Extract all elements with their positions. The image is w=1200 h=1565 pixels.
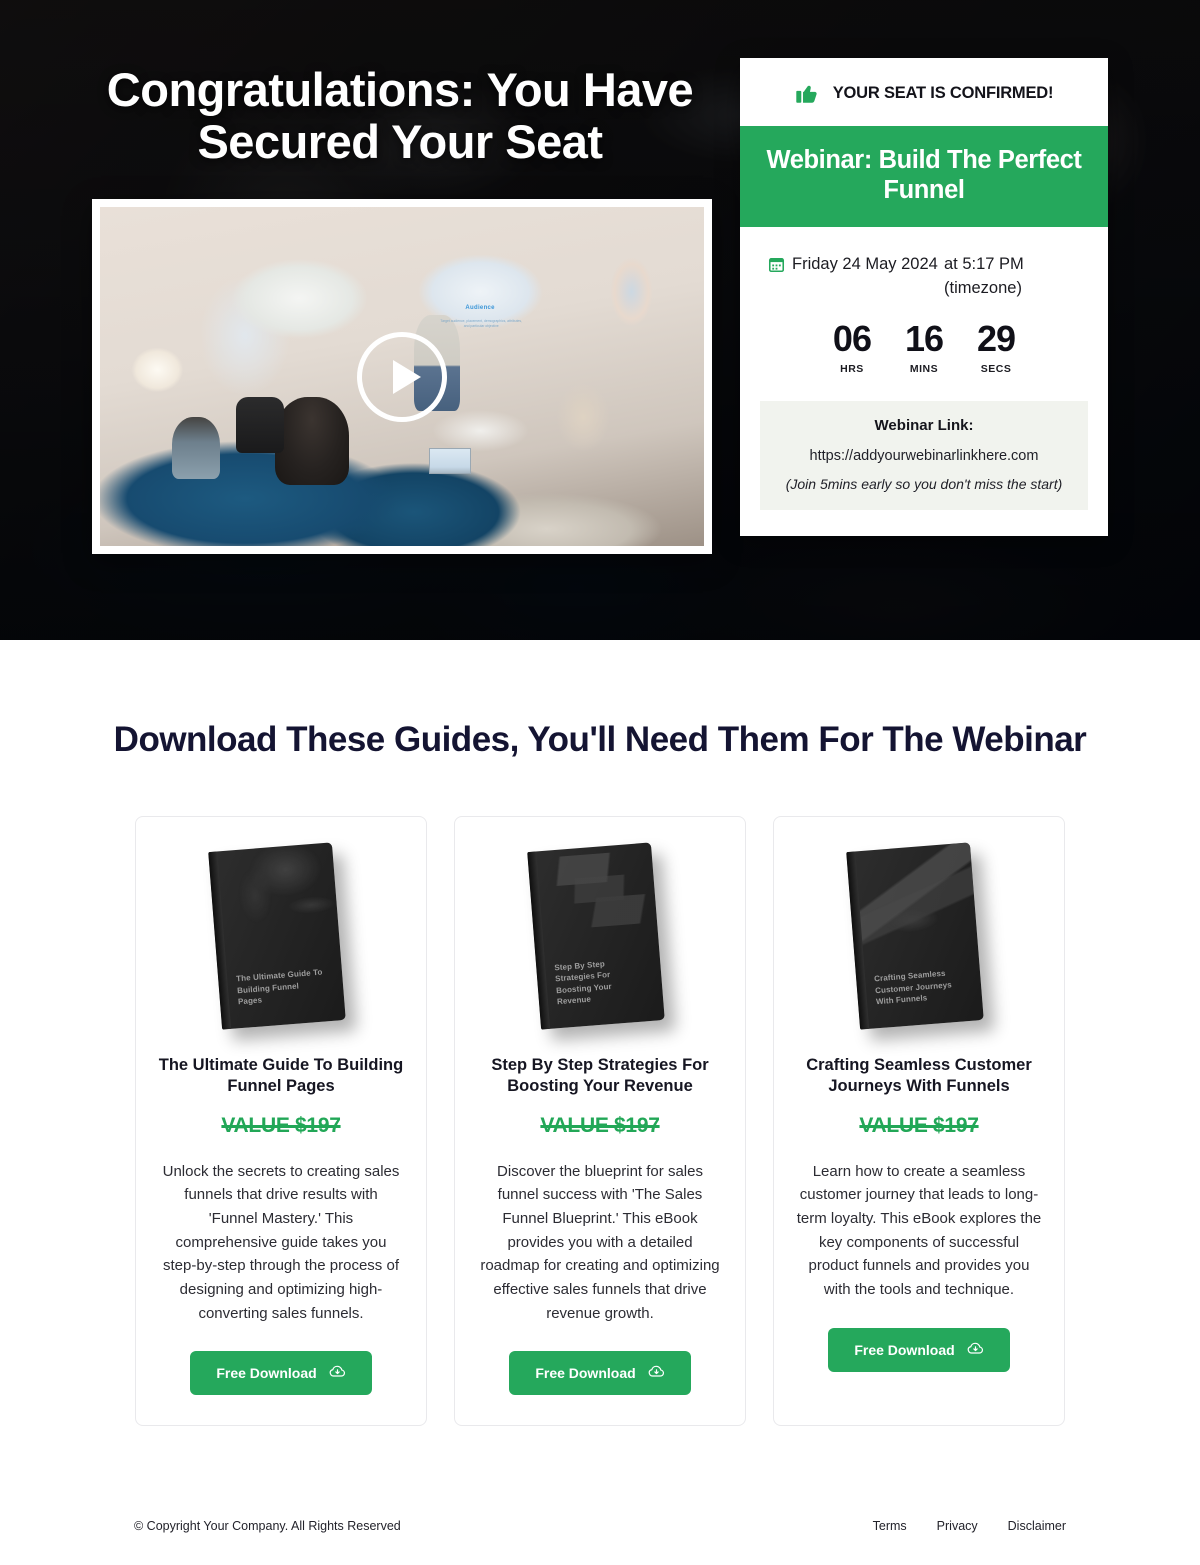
- guide-card: The Ultimate Guide To Building Funnel Pa…: [135, 815, 427, 1427]
- video-figure-chair: [235, 396, 284, 453]
- video-laptop: [429, 447, 472, 474]
- cloud-download-icon: [648, 1363, 665, 1383]
- book-cover-artwork: [217, 842, 340, 949]
- book-cover-title: Step By Step Strategies For Boosting You…: [553, 958, 613, 1007]
- book-cover-image: The Ultimate Guide To Building Funnel Pa…: [201, 841, 361, 1037]
- video-slide-subtitle: Target audience, placement, demographics…: [440, 318, 523, 329]
- free-download-label: Free Download: [854, 1341, 955, 1358]
- footer-links: Terms Privacy Disclaimer: [873, 1519, 1066, 1533]
- countdown-seconds-value: 29: [977, 318, 1016, 359]
- play-icon[interactable]: [357, 331, 447, 422]
- book-cover-image: Crafting Seamless Customer Journeys With…: [839, 841, 999, 1037]
- seat-confirmation-card: YOUR SEAT IS CONFIRMED! Webinar: Build T…: [740, 58, 1108, 536]
- countdown-minutes-value: 16: [904, 318, 944, 359]
- countdown-timer: 06 HRS 16 MINS 29 SECS: [740, 305, 1108, 387]
- book-cover-artwork: [536, 842, 659, 949]
- webinar-link-label: Webinar Link:: [874, 417, 974, 434]
- guides-section: Download These Guides, You'll Need Them …: [0, 640, 1200, 1427]
- webinar-title-banner: Webinar: Build The Perfect Funnel: [740, 126, 1108, 228]
- guide-card: Crafting Seamless Customer Journeys With…: [773, 815, 1065, 1427]
- guide-value-badge: VALUE $197: [859, 1113, 979, 1137]
- free-download-label: Free Download: [216, 1365, 317, 1382]
- book-cover-title: Crafting Seamless Customer Journeys With…: [873, 968, 953, 1007]
- guides-heading: Download These Guides, You'll Need Them …: [113, 720, 1087, 759]
- video-player-card[interactable]: Audience Target audience, placement, dem…: [92, 199, 712, 554]
- play-triangle: [392, 359, 421, 394]
- guide-value-badge: VALUE $197: [540, 1113, 660, 1137]
- free-download-label: Free Download: [535, 1365, 636, 1382]
- countdown-seconds-label: SECS: [980, 363, 1012, 375]
- book-cover-artwork: [855, 842, 978, 949]
- free-download-button[interactable]: Free Download: [509, 1351, 691, 1396]
- guide-description: Unlock the secrets to creating sales fun…: [162, 1162, 400, 1322]
- thumbs-up-icon: [795, 80, 821, 106]
- guide-title: Step By Step Strategies For Boosting You…: [491, 1055, 709, 1096]
- calendar-icon: [768, 253, 785, 301]
- video-figure-seated-left: [172, 417, 221, 480]
- free-download-button[interactable]: Free Download: [190, 1351, 372, 1396]
- confirmation-header: YOUR SEAT IS CONFIRMED!: [740, 58, 1108, 126]
- guide-description: Learn how to create a seamless customer …: [796, 1162, 1042, 1299]
- guide-title: The Ultimate Guide To Building Funnel Pa…: [158, 1055, 404, 1096]
- guide-title: Crafting Seamless Customer Journeys With…: [806, 1055, 1032, 1096]
- hero-section: Congratulations: You Have Secured Your S…: [0, 0, 1200, 640]
- countdown-hours-label: HRS: [840, 363, 864, 375]
- book-shape: Step By Step Strategies For Boosting You…: [527, 842, 665, 1030]
- countdown-minutes-label: MINS: [909, 363, 939, 375]
- guide-card: Step By Step Strategies For Boosting You…: [454, 815, 746, 1427]
- book-cover-image: Step By Step Strategies For Boosting You…: [520, 841, 680, 1037]
- confirmation-text: YOUR SEAT IS CONFIRMED!: [832, 83, 1054, 102]
- guides-card-list: The Ultimate Guide To Building Funnel Pa…: [0, 815, 1200, 1427]
- page-footer: © Copyright Your Company. All Rights Res…: [0, 1519, 1200, 1533]
- book-cover-title: The Ultimate Guide To Building Funnel Pa…: [235, 967, 323, 1007]
- guide-description: Discover the blueprint for sales funnel …: [480, 1162, 720, 1322]
- cloud-download-icon: [329, 1363, 346, 1383]
- countdown-hours-value: 06: [832, 318, 872, 359]
- free-download-button[interactable]: Free Download: [828, 1327, 1010, 1372]
- webinar-link-note: (Join 5mins early so you don't miss the …: [785, 476, 1063, 492]
- book-shape: The Ultimate Guide To Building Funnel Pa…: [208, 842, 346, 1030]
- webinar-link-url[interactable]: https://addyourwebinarlinkhere.com: [772, 448, 1076, 464]
- countdown-hours: 06 HRS: [832, 318, 872, 376]
- video-figure-seated-dark: [275, 396, 350, 485]
- footer-link-privacy[interactable]: Privacy: [937, 1519, 978, 1533]
- book-shape: Crafting Seamless Customer Journeys With…: [846, 842, 984, 1030]
- footer-link-terms[interactable]: Terms: [873, 1519, 907, 1533]
- webinar-date-group: Friday 24 May 2024: [768, 253, 938, 301]
- guide-value-badge: VALUE $197: [221, 1113, 341, 1137]
- webinar-time: at 5:17 PM (timezone): [944, 255, 1024, 298]
- page-title: Congratulations: You Have Secured Your S…: [106, 63, 694, 168]
- countdown-seconds: 29 SECS: [977, 318, 1016, 376]
- webinar-date: Friday 24 May 2024: [792, 255, 938, 274]
- countdown-minutes: 16 MINS: [904, 318, 944, 376]
- video-thumbnail: Audience Target audience, placement, dem…: [100, 207, 704, 546]
- footer-link-disclaimer[interactable]: Disclaimer: [1008, 1519, 1066, 1533]
- webinar-link-box: Webinar Link: https://addyourwebinarlink…: [760, 401, 1088, 510]
- webinar-datetime: Friday 24 May 2024 at 5:17 PM (timezone): [740, 227, 1108, 305]
- video-slide-title: Audience: [465, 305, 495, 312]
- copyright-text: © Copyright Your Company. All Rights Res…: [134, 1519, 401, 1533]
- cloud-download-icon: [967, 1340, 984, 1360]
